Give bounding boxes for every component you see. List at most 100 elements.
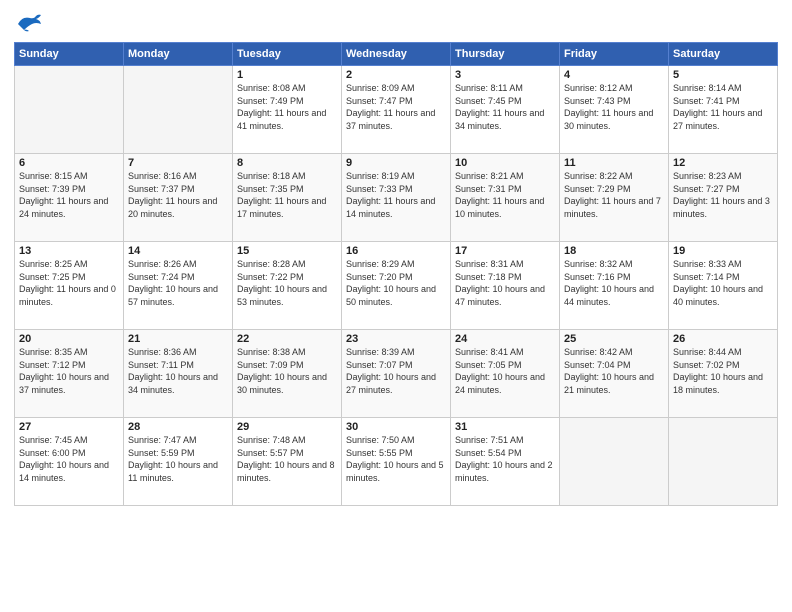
day-info: Sunrise: 8:26 AMSunset: 7:24 PMDaylight:… <box>128 258 228 308</box>
day-info: Sunrise: 8:39 AMSunset: 7:07 PMDaylight:… <box>346 346 446 396</box>
calendar-cell: 31Sunrise: 7:51 AMSunset: 5:54 PMDayligh… <box>451 418 560 506</box>
calendar-cell: 4Sunrise: 8:12 AMSunset: 7:43 PMDaylight… <box>560 66 669 154</box>
day-info: Sunrise: 8:19 AMSunset: 7:33 PMDaylight:… <box>346 170 446 220</box>
day-header-thursday: Thursday <box>451 43 560 66</box>
header <box>14 12 778 34</box>
day-number: 31 <box>455 421 555 433</box>
day-number: 2 <box>346 69 446 81</box>
day-number: 22 <box>237 333 337 345</box>
calendar-cell <box>15 66 124 154</box>
calendar-cell: 1Sunrise: 8:08 AMSunset: 7:49 PMDaylight… <box>233 66 342 154</box>
calendar-cell: 25Sunrise: 8:42 AMSunset: 7:04 PMDayligh… <box>560 330 669 418</box>
header-row: SundayMondayTuesdayWednesdayThursdayFrid… <box>15 43 778 66</box>
calendar-cell: 30Sunrise: 7:50 AMSunset: 5:55 PMDayligh… <box>342 418 451 506</box>
calendar-cell: 22Sunrise: 8:38 AMSunset: 7:09 PMDayligh… <box>233 330 342 418</box>
calendar-cell: 15Sunrise: 8:28 AMSunset: 7:22 PMDayligh… <box>233 242 342 330</box>
calendar-table: SundayMondayTuesdayWednesdayThursdayFrid… <box>14 42 778 506</box>
calendar-cell: 7Sunrise: 8:16 AMSunset: 7:37 PMDaylight… <box>124 154 233 242</box>
day-header-friday: Friday <box>560 43 669 66</box>
calendar-cell: 29Sunrise: 7:48 AMSunset: 5:57 PMDayligh… <box>233 418 342 506</box>
calendar-cell: 17Sunrise: 8:31 AMSunset: 7:18 PMDayligh… <box>451 242 560 330</box>
calendar-cell: 6Sunrise: 8:15 AMSunset: 7:39 PMDaylight… <box>15 154 124 242</box>
calendar-page: SundayMondayTuesdayWednesdayThursdayFrid… <box>0 0 792 612</box>
day-info: Sunrise: 8:22 AMSunset: 7:29 PMDaylight:… <box>564 170 664 220</box>
day-number: 14 <box>128 245 228 257</box>
day-number: 9 <box>346 157 446 169</box>
day-info: Sunrise: 8:31 AMSunset: 7:18 PMDaylight:… <box>455 258 555 308</box>
day-number: 18 <box>564 245 664 257</box>
calendar-week-4: 20Sunrise: 8:35 AMSunset: 7:12 PMDayligh… <box>15 330 778 418</box>
calendar-cell: 9Sunrise: 8:19 AMSunset: 7:33 PMDaylight… <box>342 154 451 242</box>
day-info: Sunrise: 7:48 AMSunset: 5:57 PMDaylight:… <box>237 434 337 484</box>
day-info: Sunrise: 8:33 AMSunset: 7:14 PMDaylight:… <box>673 258 773 308</box>
day-header-wednesday: Wednesday <box>342 43 451 66</box>
day-number: 8 <box>237 157 337 169</box>
day-info: Sunrise: 8:23 AMSunset: 7:27 PMDaylight:… <box>673 170 773 220</box>
day-info: Sunrise: 8:44 AMSunset: 7:02 PMDaylight:… <box>673 346 773 396</box>
day-info: Sunrise: 8:21 AMSunset: 7:31 PMDaylight:… <box>455 170 555 220</box>
day-info: Sunrise: 8:18 AMSunset: 7:35 PMDaylight:… <box>237 170 337 220</box>
day-number: 19 <box>673 245 773 257</box>
day-number: 21 <box>128 333 228 345</box>
calendar-cell: 20Sunrise: 8:35 AMSunset: 7:12 PMDayligh… <box>15 330 124 418</box>
day-info: Sunrise: 8:11 AMSunset: 7:45 PMDaylight:… <box>455 82 555 132</box>
day-info: Sunrise: 8:36 AMSunset: 7:11 PMDaylight:… <box>128 346 228 396</box>
calendar-week-5: 27Sunrise: 7:45 AMSunset: 6:00 PMDayligh… <box>15 418 778 506</box>
day-info: Sunrise: 8:25 AMSunset: 7:25 PMDaylight:… <box>19 258 119 308</box>
day-number: 12 <box>673 157 773 169</box>
day-number: 15 <box>237 245 337 257</box>
calendar-cell: 5Sunrise: 8:14 AMSunset: 7:41 PMDaylight… <box>669 66 778 154</box>
day-header-saturday: Saturday <box>669 43 778 66</box>
day-info: Sunrise: 8:38 AMSunset: 7:09 PMDaylight:… <box>237 346 337 396</box>
day-number: 4 <box>564 69 664 81</box>
day-info: Sunrise: 7:47 AMSunset: 5:59 PMDaylight:… <box>128 434 228 484</box>
day-number: 13 <box>19 245 119 257</box>
day-header-sunday: Sunday <box>15 43 124 66</box>
calendar-cell <box>669 418 778 506</box>
day-info: Sunrise: 8:29 AMSunset: 7:20 PMDaylight:… <box>346 258 446 308</box>
day-info: Sunrise: 8:32 AMSunset: 7:16 PMDaylight:… <box>564 258 664 308</box>
day-number: 26 <box>673 333 773 345</box>
day-number: 20 <box>19 333 119 345</box>
day-info: Sunrise: 8:09 AMSunset: 7:47 PMDaylight:… <box>346 82 446 132</box>
calendar-week-3: 13Sunrise: 8:25 AMSunset: 7:25 PMDayligh… <box>15 242 778 330</box>
day-info: Sunrise: 8:15 AMSunset: 7:39 PMDaylight:… <box>19 170 119 220</box>
day-number: 16 <box>346 245 446 257</box>
day-info: Sunrise: 8:28 AMSunset: 7:22 PMDaylight:… <box>237 258 337 308</box>
day-number: 1 <box>237 69 337 81</box>
day-info: Sunrise: 8:08 AMSunset: 7:49 PMDaylight:… <box>237 82 337 132</box>
calendar-cell: 21Sunrise: 8:36 AMSunset: 7:11 PMDayligh… <box>124 330 233 418</box>
day-number: 25 <box>564 333 664 345</box>
day-number: 11 <box>564 157 664 169</box>
day-number: 6 <box>19 157 119 169</box>
calendar-cell: 10Sunrise: 8:21 AMSunset: 7:31 PMDayligh… <box>451 154 560 242</box>
day-info: Sunrise: 8:16 AMSunset: 7:37 PMDaylight:… <box>128 170 228 220</box>
day-info: Sunrise: 7:50 AMSunset: 5:55 PMDaylight:… <box>346 434 446 484</box>
calendar-cell: 26Sunrise: 8:44 AMSunset: 7:02 PMDayligh… <box>669 330 778 418</box>
calendar-cell: 24Sunrise: 8:41 AMSunset: 7:05 PMDayligh… <box>451 330 560 418</box>
day-number: 17 <box>455 245 555 257</box>
calendar-cell: 3Sunrise: 8:11 AMSunset: 7:45 PMDaylight… <box>451 66 560 154</box>
day-info: Sunrise: 7:51 AMSunset: 5:54 PMDaylight:… <box>455 434 555 484</box>
day-info: Sunrise: 8:41 AMSunset: 7:05 PMDaylight:… <box>455 346 555 396</box>
logo <box>14 12 46 34</box>
day-info: Sunrise: 7:45 AMSunset: 6:00 PMDaylight:… <box>19 434 119 484</box>
day-info: Sunrise: 8:12 AMSunset: 7:43 PMDaylight:… <box>564 82 664 132</box>
calendar-cell: 16Sunrise: 8:29 AMSunset: 7:20 PMDayligh… <box>342 242 451 330</box>
calendar-cell: 18Sunrise: 8:32 AMSunset: 7:16 PMDayligh… <box>560 242 669 330</box>
day-number: 10 <box>455 157 555 169</box>
day-header-tuesday: Tuesday <box>233 43 342 66</box>
day-number: 5 <box>673 69 773 81</box>
day-number: 24 <box>455 333 555 345</box>
calendar-cell: 23Sunrise: 8:39 AMSunset: 7:07 PMDayligh… <box>342 330 451 418</box>
day-info: Sunrise: 8:42 AMSunset: 7:04 PMDaylight:… <box>564 346 664 396</box>
calendar-cell: 27Sunrise: 7:45 AMSunset: 6:00 PMDayligh… <box>15 418 124 506</box>
calendar-week-1: 1Sunrise: 8:08 AMSunset: 7:49 PMDaylight… <box>15 66 778 154</box>
day-header-monday: Monday <box>124 43 233 66</box>
day-number: 3 <box>455 69 555 81</box>
calendar-cell: 19Sunrise: 8:33 AMSunset: 7:14 PMDayligh… <box>669 242 778 330</box>
day-number: 30 <box>346 421 446 433</box>
day-info: Sunrise: 8:14 AMSunset: 7:41 PMDaylight:… <box>673 82 773 132</box>
calendar-cell: 11Sunrise: 8:22 AMSunset: 7:29 PMDayligh… <box>560 154 669 242</box>
calendar-cell: 8Sunrise: 8:18 AMSunset: 7:35 PMDaylight… <box>233 154 342 242</box>
